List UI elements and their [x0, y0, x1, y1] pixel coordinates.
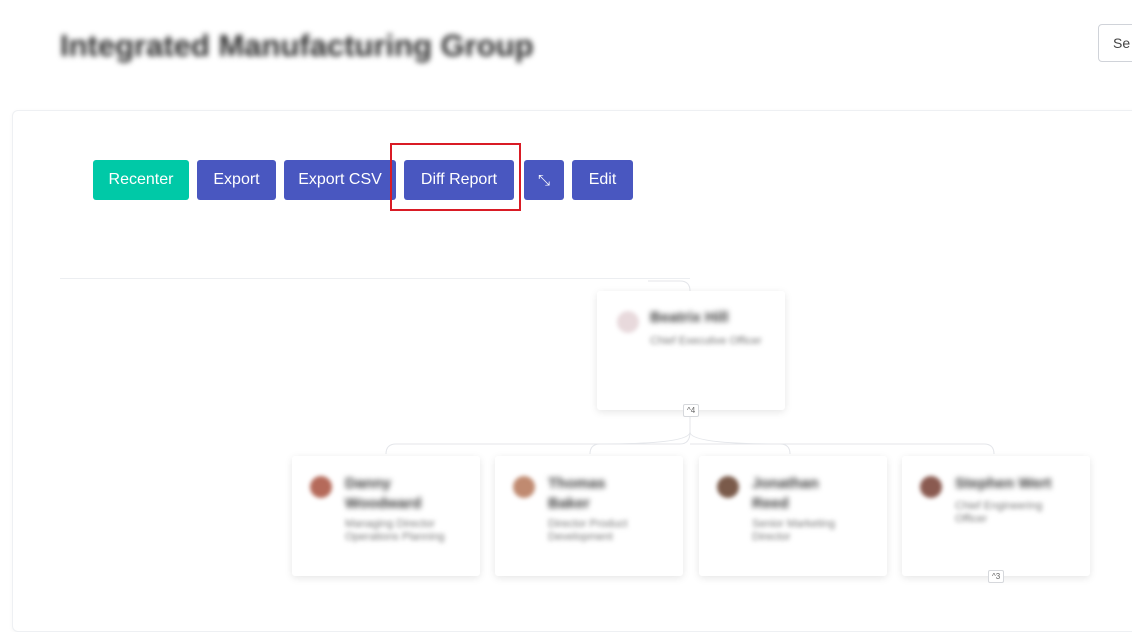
- avatar: [920, 476, 942, 498]
- connector-child-4: [690, 443, 995, 455]
- node-role: Senior Marketing Director: [752, 518, 836, 543]
- connector-root-down: [385, 410, 691, 455]
- connector-child-3: [689, 431, 791, 455]
- org-node-child[interactable]: Stephen Wert Chief Engineering Officer: [902, 456, 1090, 576]
- avatar: [717, 476, 739, 498]
- org-node-root[interactable]: Beatrix Hill Chief Executive Officer: [597, 291, 785, 410]
- avatar: [513, 476, 535, 498]
- node-role: Chief Executive Officer: [650, 335, 762, 347]
- org-node-child[interactable]: Danny Woodward Managing Director Operati…: [292, 456, 480, 576]
- node-name: Thomas Baker: [548, 475, 606, 512]
- avatar: [617, 311, 639, 333]
- node-name: Jonathan Reed: [752, 475, 819, 512]
- node-role: Director Product Development: [548, 518, 628, 543]
- children-count-badge[interactable]: ^4: [683, 404, 700, 417]
- node-role: Managing Director Operations Planning: [345, 518, 445, 543]
- org-node-child[interactable]: Jonathan Reed Senior Marketing Director: [699, 456, 887, 576]
- org-node-child[interactable]: Thomas Baker Director Product Developmen…: [495, 456, 683, 576]
- connector-root-top: [648, 280, 691, 292]
- avatar: [310, 476, 332, 498]
- connector-child-2: [589, 431, 691, 455]
- children-count-badge[interactable]: ^3: [988, 570, 1005, 583]
- node-role: Chief Engineering Officer: [955, 500, 1043, 525]
- node-name: Danny Woodward: [345, 475, 422, 512]
- node-name: Beatrix Hill: [650, 309, 729, 326]
- node-name: Stephen Wert: [955, 475, 1052, 492]
